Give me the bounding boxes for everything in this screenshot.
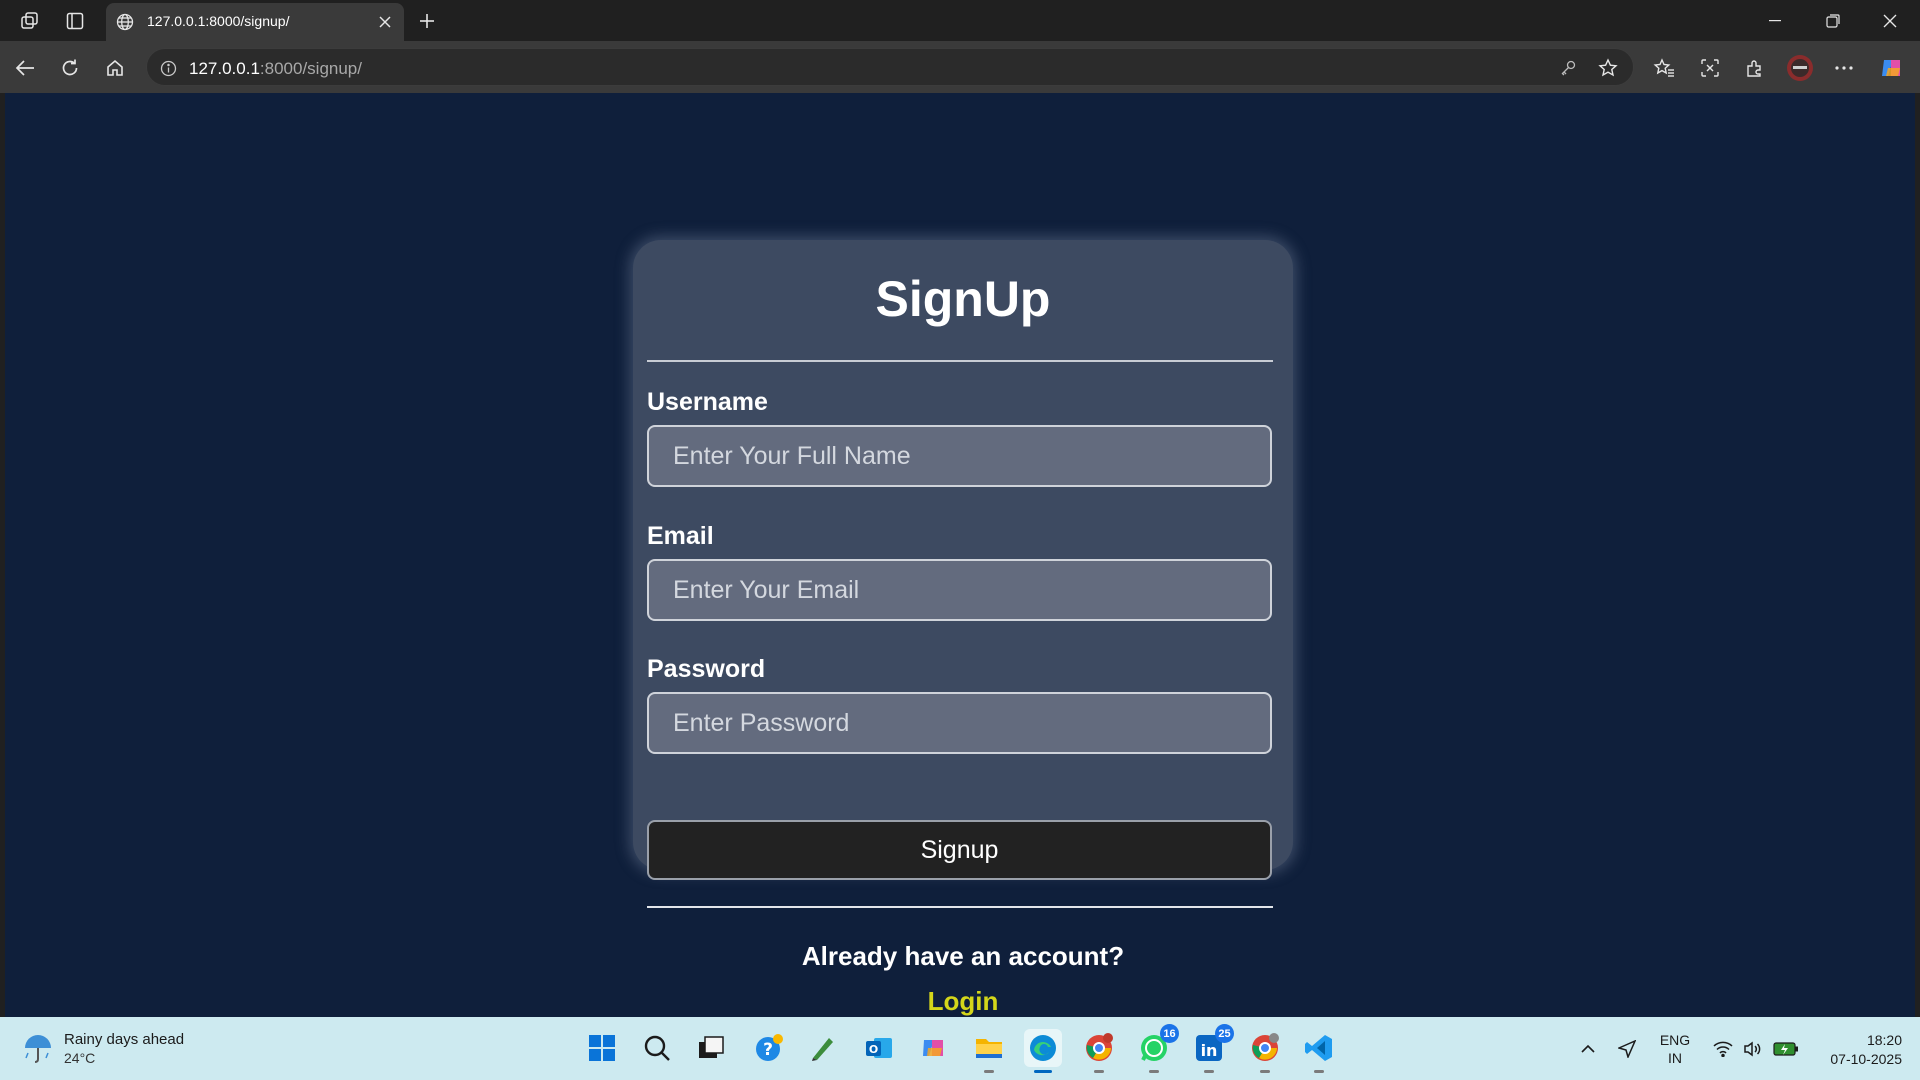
copilot-app-icon[interactable]	[915, 1029, 953, 1067]
running-indicator	[1314, 1070, 1324, 1073]
username-input[interactable]	[647, 425, 1272, 487]
url-text[interactable]: 127.0.0.1:8000/signup/	[189, 59, 362, 79]
active-indicator	[1034, 1070, 1052, 1073]
chevron-up-icon[interactable]	[1577, 1017, 1599, 1080]
copilot-icon[interactable]	[1876, 52, 1908, 84]
system-clock[interactable]: 18:20 07-10-2025	[1812, 1031, 1902, 1069]
home-icon[interactable]	[100, 53, 130, 83]
password-key-icon[interactable]	[1557, 57, 1579, 79]
close-tab-icon[interactable]	[374, 11, 396, 33]
password-label: Password	[647, 655, 766, 683]
email-label: Email	[647, 522, 714, 550]
browser-toolbar: 127.0.0.1:8000/signup/	[0, 41, 1920, 93]
signup-button[interactable]: Signup	[647, 820, 1272, 880]
extensions-icon[interactable]	[1740, 53, 1770, 83]
battery-icon[interactable]	[1772, 1017, 1800, 1080]
login-link[interactable]: Login	[633, 986, 1293, 1017]
region-code: IN	[1668, 1050, 1682, 1066]
svg-text:O: O	[869, 1043, 878, 1056]
page-viewport: SignUp Username Email Password Signup Al…	[5, 93, 1915, 1017]
running-indicator	[1260, 1070, 1270, 1073]
screenshot-icon[interactable]	[1695, 53, 1725, 83]
signup-card: SignUp Username Email Password	[633, 240, 1293, 870]
username-label: Username	[647, 388, 768, 416]
globe-icon	[114, 11, 136, 33]
more-icon[interactable]	[1829, 53, 1859, 83]
clock-date: 07-10-2025	[1830, 1051, 1902, 1067]
edge-icon[interactable]	[1024, 1029, 1062, 1073]
weather-widget[interactable]	[22, 1033, 54, 1065]
running-indicator	[1204, 1070, 1214, 1073]
email-input[interactable]	[647, 559, 1272, 621]
title-divider	[647, 360, 1273, 362]
running-indicator	[984, 1070, 994, 1073]
password-input[interactable]	[647, 692, 1272, 754]
page-title: SignUp	[875, 271, 1051, 327]
wifi-icon[interactable]	[1711, 1017, 1735, 1080]
close-window-button[interactable]	[1862, 0, 1918, 41]
whatsapp-badge: 16	[1160, 1024, 1179, 1043]
already-have-account-text: Already have an account?	[801, 941, 1125, 971]
chrome-icon[interactable]	[1246, 1029, 1284, 1073]
language-code: ENG	[1659, 1032, 1691, 1048]
file-explorer-icon[interactable]	[970, 1029, 1008, 1073]
linkedin-badge: 25	[1215, 1024, 1234, 1043]
whatsapp-icon[interactable]: 16	[1135, 1024, 1179, 1073]
restore-button[interactable]	[1805, 0, 1861, 41]
profile-avatar[interactable]	[1784, 52, 1816, 84]
workspaces-icon[interactable]	[17, 8, 43, 34]
favorites-icon[interactable]	[1649, 53, 1679, 83]
site-info-icon[interactable]	[157, 57, 179, 79]
task-view-icon[interactable]	[692, 1029, 730, 1067]
help-app-icon[interactable]: ?	[750, 1029, 788, 1067]
browser-tab-bar: 127.0.0.1:8000/signup/	[0, 0, 1920, 41]
weather-temp: 24°C	[64, 1050, 96, 1066]
pen-app-icon[interactable]	[804, 1029, 842, 1067]
refresh-icon[interactable]	[55, 53, 85, 83]
linkedin-icon[interactable]: in 25	[1190, 1024, 1234, 1073]
active-tab[interactable]: 127.0.0.1:8000/signup/	[106, 3, 404, 41]
volume-icon[interactable]	[1741, 1017, 1765, 1080]
outlook-icon[interactable]: O	[860, 1029, 898, 1067]
language-indicator[interactable]: ENG IN	[1657, 1031, 1693, 1067]
tab-actions-icon[interactable]	[62, 8, 88, 34]
vscode-icon[interactable]	[1300, 1029, 1338, 1073]
search-icon[interactable]	[638, 1029, 676, 1067]
running-indicator	[1094, 1070, 1104, 1073]
minimize-button[interactable]	[1747, 0, 1803, 41]
location-icon[interactable]	[1614, 1017, 1640, 1080]
bottom-divider	[647, 906, 1273, 908]
windows-start-icon[interactable]	[583, 1029, 621, 1067]
tab-title: 127.0.0.1:8000/signup/	[147, 13, 290, 29]
new-tab-icon[interactable]	[414, 8, 440, 34]
clock-time: 18:20	[1866, 1032, 1902, 1048]
address-bar[interactable]: 127.0.0.1:8000/signup/	[146, 48, 1634, 86]
back-icon[interactable]	[10, 53, 40, 83]
rain-umbrella-icon	[25, 1035, 51, 1063]
svg-text:in: in	[1201, 1041, 1218, 1060]
favorite-star-icon[interactable]	[1596, 56, 1620, 80]
running-indicator	[1149, 1070, 1159, 1073]
taskbar: Rainy days ahead 24°C ? O 16 in 25 ENG I…	[0, 1017, 1920, 1080]
svg-text:?: ?	[763, 1040, 773, 1060]
weather-text: Rainy days ahead	[64, 1031, 185, 1048]
chrome-profile-icon[interactable]	[1080, 1029, 1118, 1073]
